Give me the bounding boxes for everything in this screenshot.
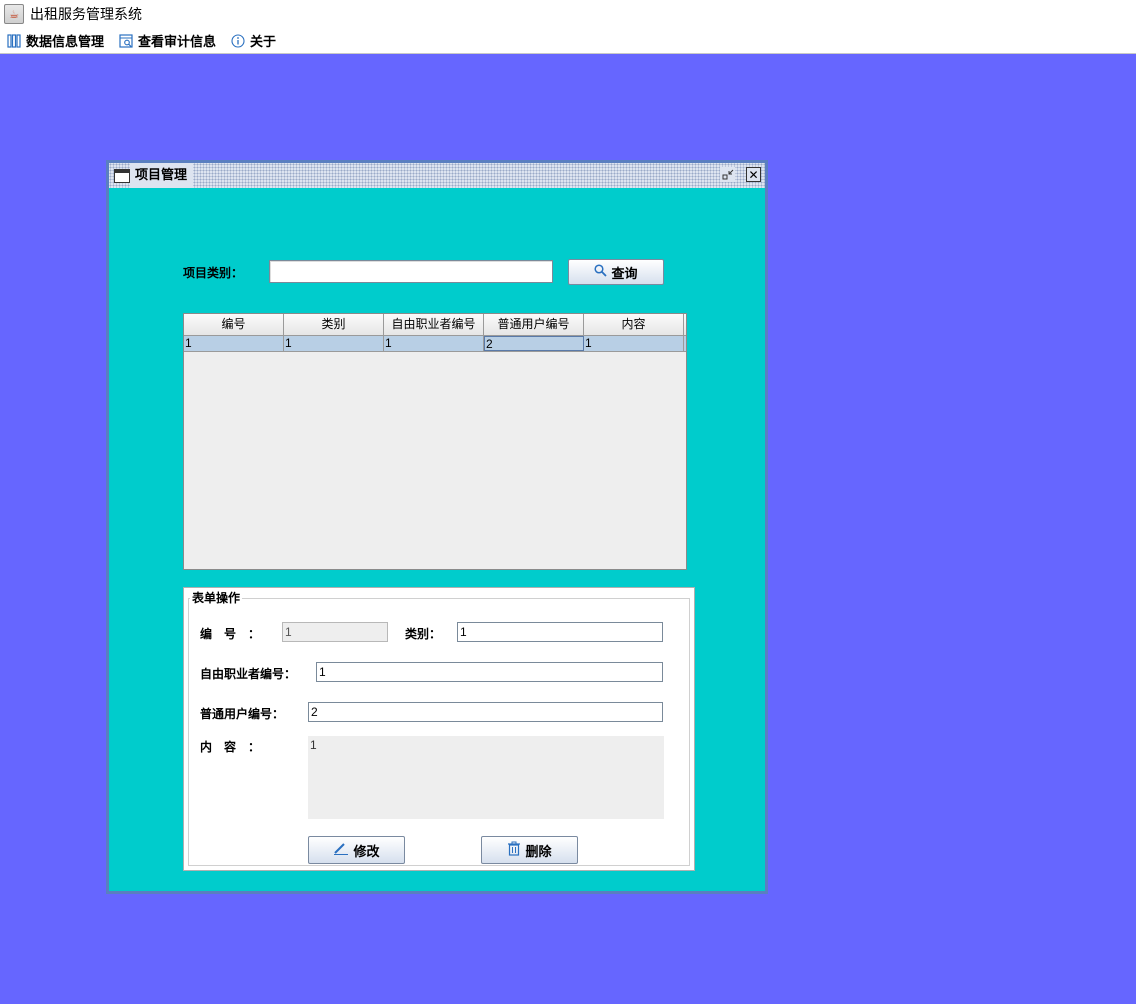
database-icon [6,33,22,49]
content-label: 内 容 ： [200,740,261,754]
column-header-content[interactable]: 内容 [584,314,684,335]
column-header-category[interactable]: 类别 [284,314,384,335]
freelancer-id-label: 自由职业者编号： [200,667,297,681]
frame-title: 项目管理 [130,163,194,188]
info-icon [230,33,246,49]
menu-label: 关于 [250,35,277,50]
column-header-freelancer-id[interactable]: 自由职业者编号 [384,314,484,335]
edit-button-label: 修改 [353,844,380,860]
delete-button[interactable]: 删除 [481,836,578,864]
java-icon: ☕ [4,4,24,24]
query-button[interactable]: 查询 [568,259,664,285]
user-id-field[interactable]: 2 [308,702,663,722]
category-search-label: 项目类别： [183,266,244,280]
project-management-frame: 项目管理 ✕ 项目类别： 查询 编号 类别 自由职业者编号 普通用户编号 内容 … [106,160,768,894]
table-header: 编号 类别 自由职业者编号 普通用户编号 内容 [184,314,686,336]
table-row[interactable]: 1 1 1 2 1 [184,336,686,352]
delete-button-label: 删除 [525,844,552,860]
pencil-icon [333,841,349,859]
content-textarea[interactable]: 1 [308,736,664,819]
frame-titlebar[interactable]: 项目管理 ✕ [109,163,765,188]
window-title: 出租服务管理系统 [30,7,142,23]
column-header-id[interactable]: 编号 [184,314,284,335]
menu-about[interactable]: 关于 [230,31,276,50]
id-label: 编 号 ： [200,627,261,641]
form-legend: 表单操作 [190,589,243,606]
trash-icon [507,841,521,860]
category-label: 类别： [405,627,442,641]
category-field[interactable]: 1 [457,622,663,642]
search-icon [594,263,608,281]
user-id-label: 普通用户编号： [200,707,285,721]
edit-button[interactable]: 修改 [308,836,405,864]
restore-icon[interactable] [720,167,735,182]
column-header-user-id[interactable]: 普通用户编号 [484,314,584,335]
project-table[interactable]: 编号 类别 自由职业者编号 普通用户编号 内容 1 1 1 2 1 [183,313,687,570]
menu-label: 数据信息管理 [26,35,105,50]
table-cell[interactable]: 1 [584,336,684,351]
audit-icon [118,33,134,49]
category-search-input[interactable] [269,260,553,283]
table-cell[interactable]: 1 [184,336,284,351]
id-field: 1 [282,622,388,642]
window-titlebar: ☕ 出租服务管理系统 [0,0,1136,28]
query-button-label: 查询 [611,266,638,282]
table-cell-focused[interactable]: 2 [484,336,584,351]
table-cell[interactable]: 1 [284,336,384,351]
form-panel: 表单操作 编 号 ： 1 类别： 1 自由职业者编号： 1 普通用户编号： 2 … [183,587,695,871]
menu-label: 查看审计信息 [138,35,217,50]
frame-window-icon [114,168,130,183]
menu-data-management[interactable]: 数据信息管理 [6,31,104,50]
table-cell[interactable]: 1 [384,336,484,351]
freelancer-id-field[interactable]: 1 [316,662,663,682]
close-icon[interactable]: ✕ [746,167,761,182]
menu-audit-info[interactable]: 查看审计信息 [118,31,216,50]
menubar: 数据信息管理 查看审计信息 关于 [0,28,1136,54]
